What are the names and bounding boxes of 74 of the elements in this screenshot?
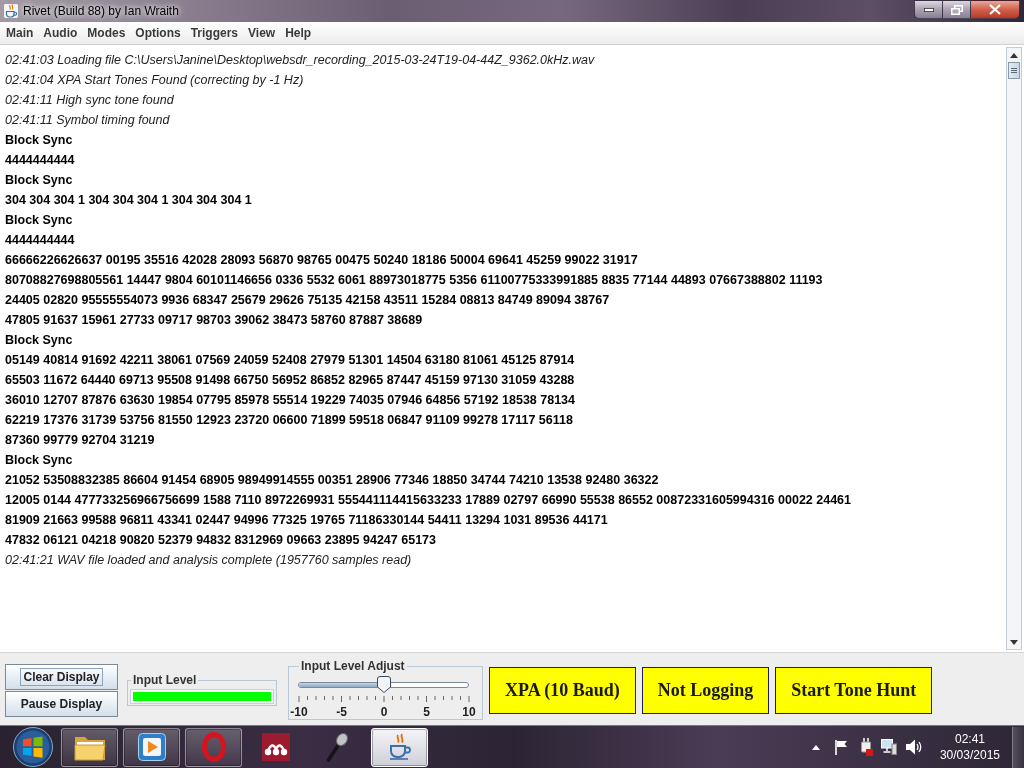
tick-label: 0 [380,705,388,719]
log-line: 87360 99779 92704 31219 [5,432,155,449]
menu-item[interactable]: Triggers [185,23,244,43]
log-line: 05149 40814 91692 42211 38061 07569 24059 52408 27979 51301 14504 63180 81061 45125 87914 [5,352,575,369]
taskbar-button[interactable] [123,727,180,767]
down-arrow-icon[interactable] [1010,639,1018,645]
log-line: 4444444444 [5,232,75,249]
tick-label: -5 [336,705,347,719]
log-line: 66666226626637 00195 35516 42028 28093 56870 98765 00475 50240 18186 50004 69641 45259 99022 31917 [5,252,638,269]
log-line: Block Sync [5,332,73,349]
tick-label: -10 [290,705,308,719]
minimize-icon [923,7,934,12]
log-line: 304 304 304 1 304 304 304 1 304 304 304 1 [5,192,252,209]
flag-icon[interactable] [833,739,848,755]
minimize-button[interactable] [914,0,943,19]
coffee-cup-icon [3,3,19,19]
status-button[interactable]: XPA (10 Baud) [489,667,636,714]
log-line: 36010 12707 87876 63630 19854 07795 85978 55514 19229 74035 07946 64856 57192 18538 78134 [5,392,575,409]
log-line: 02:41:21 WAV file loaded and analysis complete (1957760 samples read) [5,552,412,569]
log-line: 80708827698805561 14447 9804 60101146656 0336 5532 6061 88973018775 5356 61100775333991885 8835 77144 44893 07667388802 11193 [5,272,823,289]
log-line: 21052 53508832385 86604 91454 68905 98949914555 00351 28906 77346 18850 34744 74210 13538 92480 36322 [5,472,659,489]
speaker-icon[interactable] [905,739,922,755]
taskbar-button[interactable] [371,727,428,767]
log-line: 12005 0144 477733256966756699 1588 7110 8972269931 555441114415633233 17889 02797 66990 55538 86552 00872331605994316 00022 24461 [5,492,852,509]
log-line: 24405 02820 95555554073 9936 68347 25679 29626 75135 42158 43511 15284 08813 84749 89094 38767 [5,292,610,309]
log-line: 47805 91637 15961 27733 09717 98703 39062 38473 58760 87887 38689 [5,312,423,329]
menu-item[interactable]: Options [130,23,186,43]
window-title: Rivet (Build 88) by Ian Wraith [23,3,179,20]
group-title: Input Level [132,673,198,687]
coffee-cup-icon [387,733,412,761]
maximize-button[interactable] [943,0,971,19]
slider-thumb[interactable] [376,676,391,693]
menu-item[interactable]: Modes [82,23,131,43]
log-line: 4444444444 [5,152,75,169]
scrollbar-thumb[interactable] [1008,62,1020,79]
log-line: 47832 06121 04218 90820 52379 94832 8312969 09663 23895 94247 65173 [5,532,436,549]
play-icon [137,733,166,761]
panel-button[interactable]: Clear Display [5,664,118,690]
tick-label: 5 [423,705,430,719]
plug-icon[interactable] [858,738,873,756]
group-title: Input Level Adjust [300,659,406,673]
log-line: 65503 11672 64440 69713 95508 91498 66750 56952 86852 82965 87447 45159 97130 31059 43288 [5,372,575,389]
close-button[interactable] [971,0,1020,19]
tick-label: 10 [462,705,476,719]
dots-icon [261,733,290,761]
close-icon [989,4,1001,15]
menu-item[interactable]: Help [280,23,317,43]
menu-item[interactable]: Main [1,23,39,43]
log-line: 02:41:11 High sync tone found [5,92,174,109]
status-button[interactable]: Not Logging [641,667,770,714]
panel-button[interactable]: Pause Display [5,691,118,717]
microphone-icon [325,732,350,762]
log-line: 02:41:03 Loading file C:\Users\Janine\Desktop\websdr_recording_2015-03-24T19-04-44Z_9362.0kHz.wav [5,52,595,69]
log-line: 81909 21663 99588 96811 43341 02447 94996 77325 19765 71186330144 54411 13294 1031 89536 44171 [5,512,608,529]
monitor-icon[interactable] [880,739,897,755]
menu-item[interactable]: Audio [38,23,83,43]
log-line: Block Sync [5,452,73,469]
start-button[interactable] [13,727,53,767]
log-line: Block Sync [5,212,73,229]
show-desktop-button[interactable] [1012,726,1024,768]
menu-item[interactable]: View [243,23,281,43]
up-arrow-icon[interactable] [811,744,820,750]
scrollbar[interactable] [1006,47,1022,650]
restore-icon [950,4,963,15]
log-line: 62219 17376 31739 53756 81550 12923 23720 06600 71899 59518 06847 91109 99278 17117 56118 [5,412,573,429]
log-line: Block Sync [5,172,73,189]
status-button[interactable]: Start Tone Hunt [775,667,933,714]
log-line: 02:41:11 Symbol timing found [5,112,170,129]
clock[interactable]: 02:41 30/03/2015 [939,731,1000,763]
up-arrow-icon[interactable] [1010,52,1018,58]
log-line: Block Sync [5,132,73,149]
log-line: 02:41:04 XPA Start Tones Found (correcting by -1 Hz) [5,72,304,89]
taskbar-button[interactable] [61,727,118,767]
ring-icon [201,732,226,762]
